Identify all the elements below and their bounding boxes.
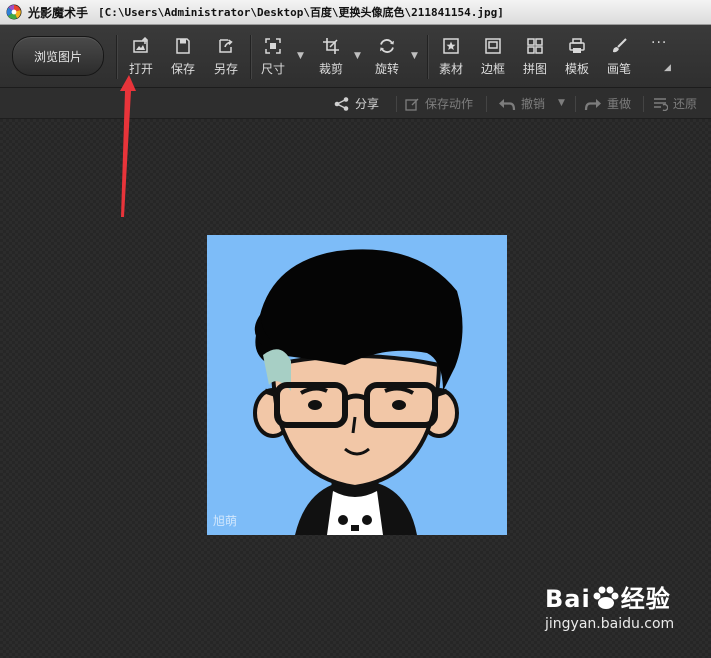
action-divider bbox=[575, 96, 576, 112]
browse-images-button[interactable]: 浏览图片 bbox=[12, 36, 104, 76]
crop-icon bbox=[323, 38, 339, 54]
brush-label: 画笔 bbox=[606, 62, 631, 76]
action-divider bbox=[486, 96, 487, 112]
save-action-button[interactable]: 保存动作 bbox=[405, 95, 473, 112]
expand-corner-icon[interactable]: ◢ bbox=[664, 63, 671, 73]
rotate-label: 旋转 bbox=[374, 62, 399, 76]
material-label: 素材 bbox=[438, 62, 463, 76]
undo-label: 撤销 bbox=[521, 97, 546, 111]
rotate-button[interactable]: 旋转 bbox=[370, 37, 404, 81]
size-dropdown-arrow[interactable]: ▼ bbox=[297, 51, 304, 61]
more-options-icon[interactable]: ··· bbox=[651, 35, 667, 51]
brush-icon bbox=[613, 38, 627, 53]
brush-button[interactable]: 画笔 bbox=[602, 37, 636, 81]
toolbar-divider bbox=[427, 35, 429, 79]
watermark-brand-text2: 经验 bbox=[620, 585, 671, 613]
collage-button[interactable]: 拼图 bbox=[518, 37, 552, 81]
save-icon bbox=[176, 38, 190, 54]
annotation-arrow-icon bbox=[120, 75, 136, 217]
crop-label: 裁剪 bbox=[318, 62, 343, 76]
restore-icon bbox=[654, 97, 668, 111]
save-as-button[interactable]: 另存 bbox=[209, 37, 243, 81]
toolbar-divider bbox=[250, 35, 252, 79]
save-as-icon bbox=[219, 39, 233, 53]
restore-label: 还原 bbox=[673, 97, 698, 111]
undo-button[interactable]: 撤销 bbox=[498, 95, 545, 112]
share-label: 分享 bbox=[355, 97, 380, 111]
crop-dropdown-arrow[interactable]: ▼ bbox=[354, 51, 361, 61]
template-button[interactable]: 模板 bbox=[560, 37, 594, 81]
printer-template-icon bbox=[569, 38, 585, 53]
redo-icon bbox=[584, 98, 601, 110]
border-button[interactable]: 边框 bbox=[476, 37, 510, 81]
restore-button[interactable]: 还原 bbox=[652, 95, 697, 112]
file-path: [C:\Users\Administrator\Desktop\百度\更换头像底… bbox=[98, 6, 504, 19]
save-as-label: 另存 bbox=[213, 62, 238, 76]
save-action-icon bbox=[405, 98, 419, 111]
main-toolbar: 浏览图片 打开 保存 另存 尺寸 ▼ 裁剪 ▼ 旋转 ▼ 素材 边框 拼图 模板… bbox=[0, 25, 711, 88]
collage-grid-icon bbox=[527, 38, 543, 54]
rotate-dropdown-arrow[interactable]: ▼ bbox=[411, 51, 418, 61]
save-button[interactable]: 保存 bbox=[166, 37, 200, 81]
image-canvas[interactable]: 旭萌 Bai 经验 jingyan.baidu.com bbox=[0, 75, 711, 658]
action-divider bbox=[396, 96, 397, 112]
size-label: 尺寸 bbox=[260, 62, 285, 76]
watermark-brand-text: Bai bbox=[545, 585, 591, 613]
app-logo-icon bbox=[6, 4, 22, 20]
undo-icon bbox=[499, 98, 516, 110]
action-divider bbox=[643, 96, 644, 112]
baidu-watermark: Bai 经验 jingyan.baidu.com bbox=[545, 579, 674, 632]
collage-label: 拼图 bbox=[522, 62, 547, 76]
save-label: 保存 bbox=[170, 62, 195, 76]
template-label: 模板 bbox=[564, 62, 589, 76]
border-frame-icon bbox=[485, 38, 501, 54]
share-icon bbox=[334, 96, 349, 111]
rotate-icon bbox=[380, 39, 394, 53]
redo-button[interactable]: 重做 bbox=[584, 95, 631, 112]
crop-button[interactable]: 裁剪 bbox=[314, 37, 348, 81]
app-title: 光影魔术手 bbox=[28, 5, 89, 20]
undo-dropdown-arrow[interactable]: ▼ bbox=[558, 98, 565, 108]
redo-label: 重做 bbox=[607, 97, 632, 111]
save-action-label: 保存动作 bbox=[425, 97, 474, 111]
title-bar: 光影魔术手 [C:\Users\Administrator\Desktop\百度… bbox=[0, 0, 711, 25]
photo-signature: 旭萌 bbox=[213, 514, 237, 528]
avatar-photo: 旭萌 bbox=[207, 235, 507, 535]
resize-icon bbox=[265, 38, 281, 54]
size-button[interactable]: 尺寸 bbox=[256, 37, 290, 81]
watermark-url: jingyan.baidu.com bbox=[545, 616, 675, 632]
border-label: 边框 bbox=[480, 62, 505, 76]
paw-logo-icon bbox=[593, 586, 619, 609]
star-frame-icon bbox=[443, 38, 459, 54]
material-button[interactable]: 素材 bbox=[434, 37, 468, 81]
action-bar: 分享 保存动作 撤销 ▼ 重做 还原 bbox=[0, 88, 711, 119]
share-button[interactable]: 分享 bbox=[334, 95, 379, 112]
open-image-icon bbox=[133, 37, 149, 53]
